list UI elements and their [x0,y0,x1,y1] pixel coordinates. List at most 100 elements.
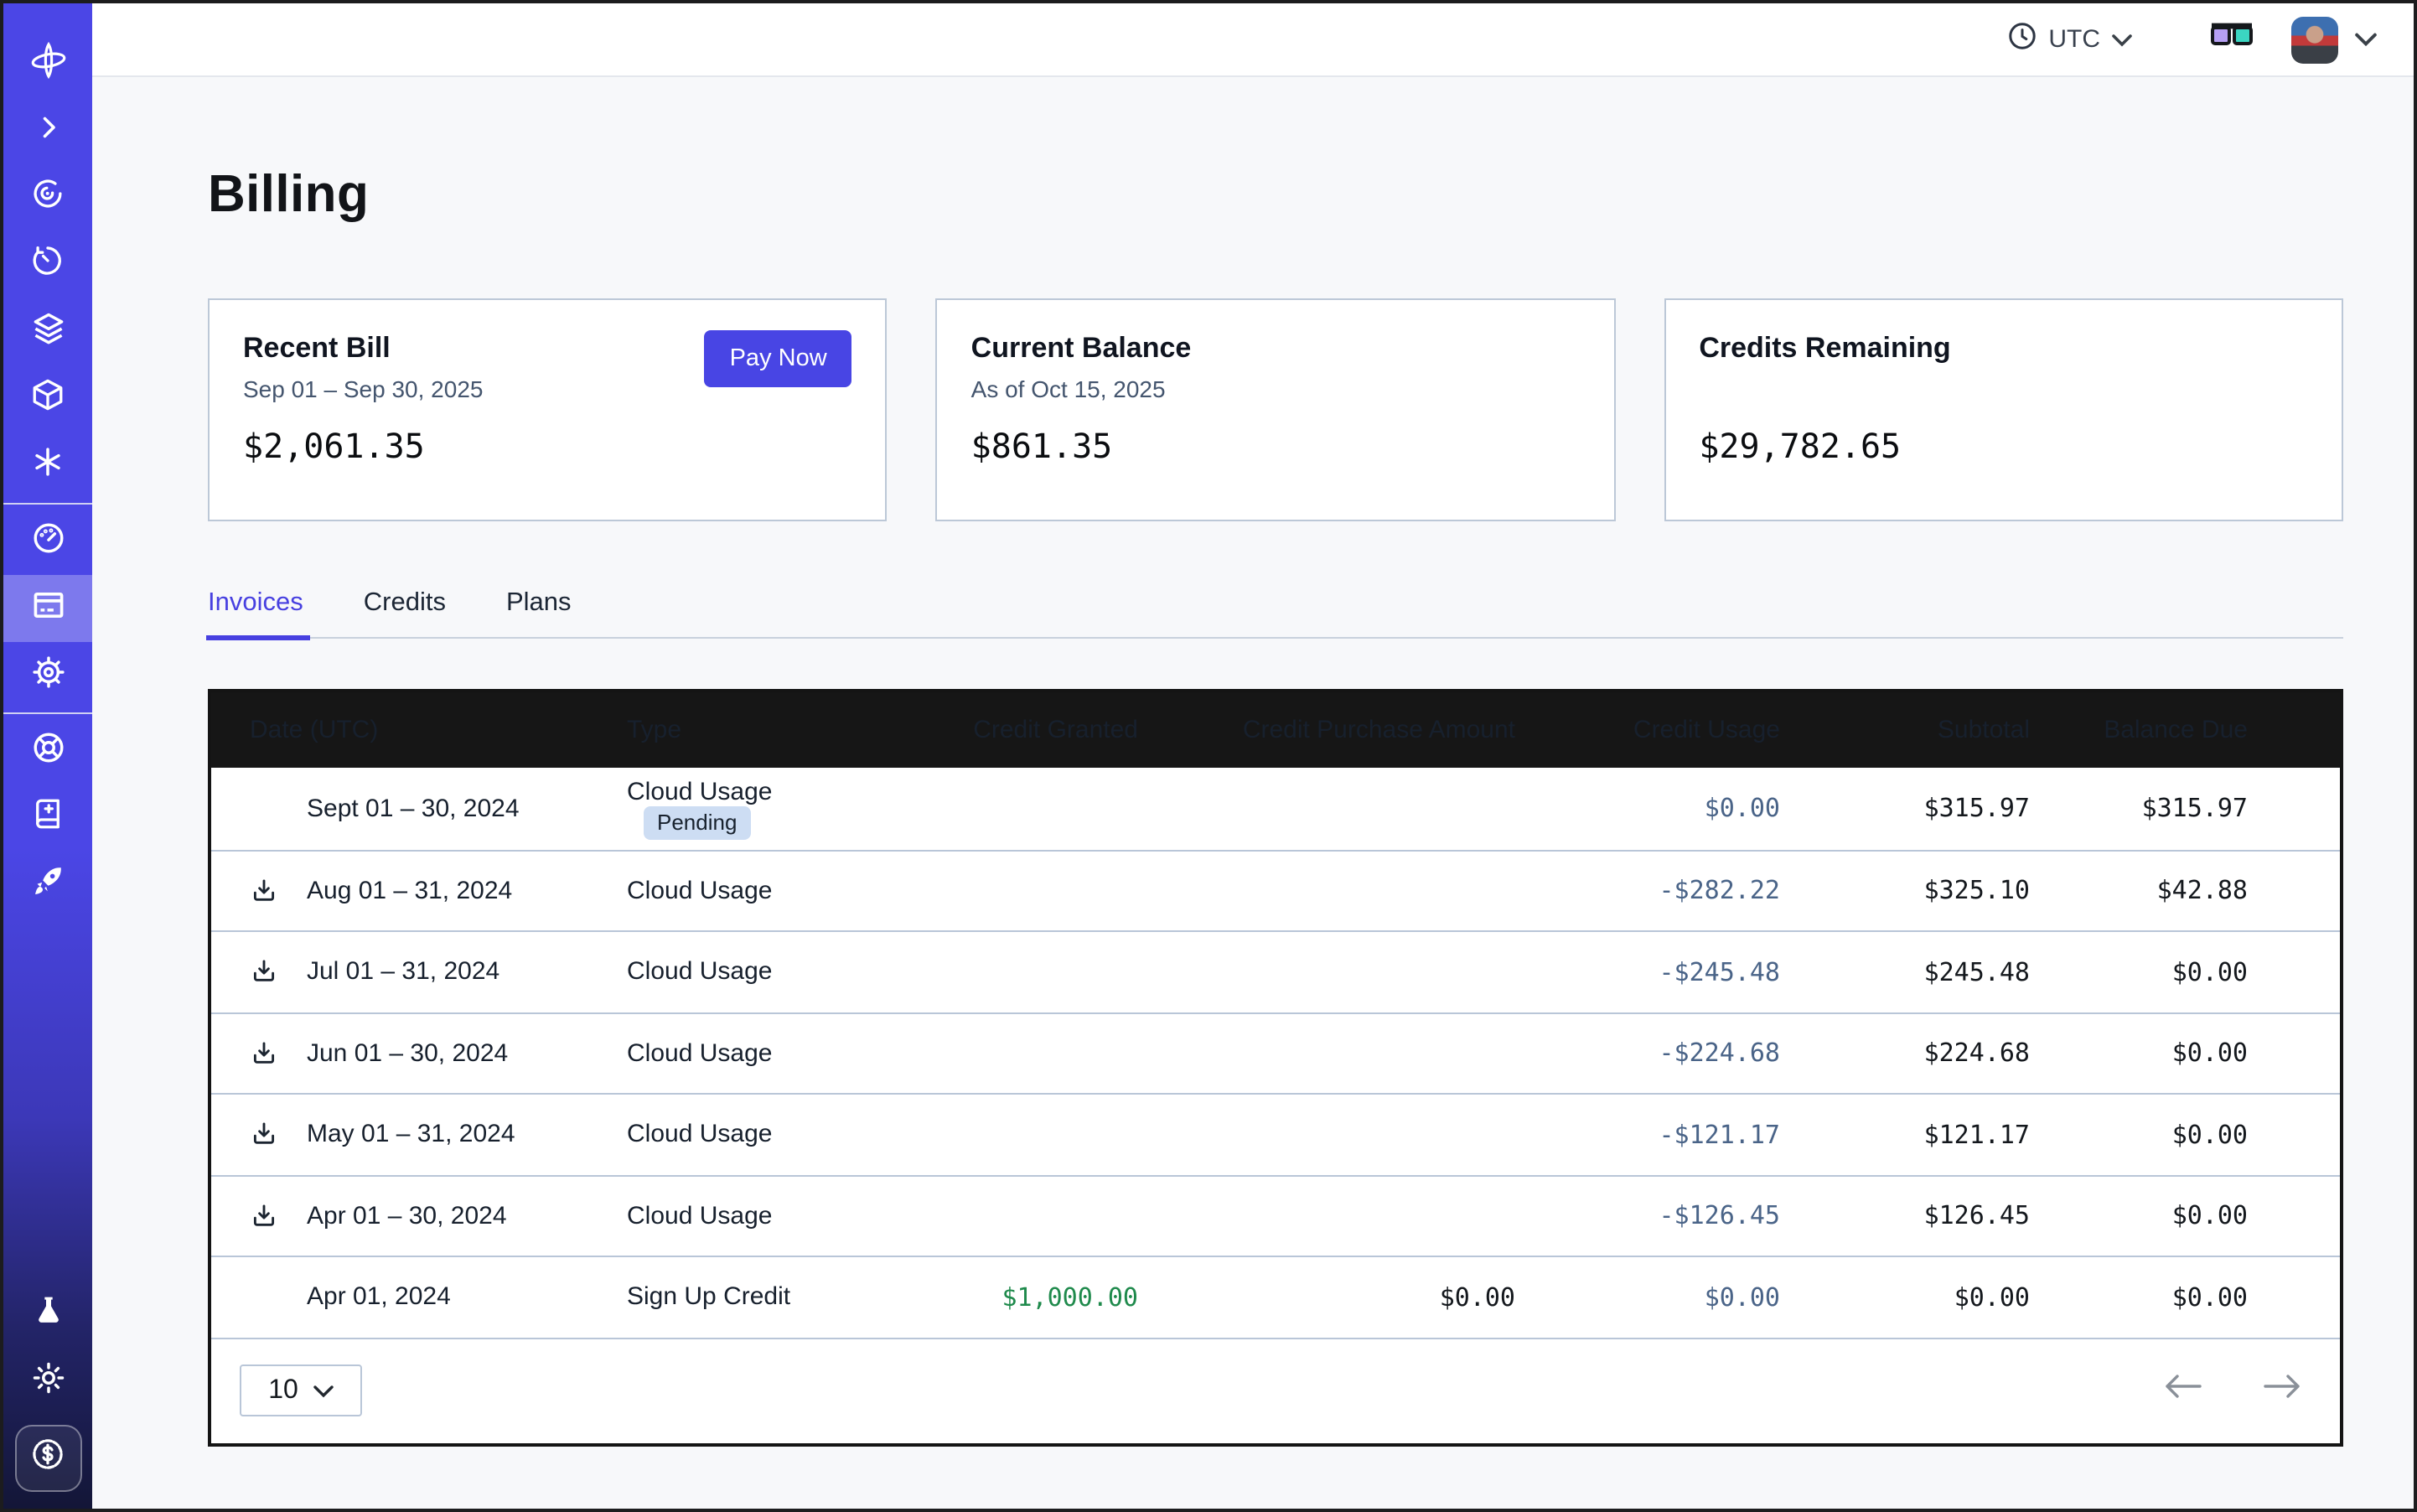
chevron-down-icon [2112,25,2132,54]
subtotal: $325.10 [1924,876,2030,906]
gear-icon [29,653,66,698]
current-balance-card: Current Balance As of Oct 15, 2025 $861.… [936,298,1616,521]
previous-page-button[interactable] [2164,1375,2202,1406]
card-subtitle [1699,375,2308,404]
sidebar-item-docs[interactable] [3,784,92,852]
rocket-icon [30,863,65,907]
dollar-badge-icon [28,1435,67,1482]
column-header: Credit Purchase Amount [1138,716,1515,744]
invoice-date: Apr 01 – 30, 2024 [307,1202,507,1230]
subtotal: $224.68 [1924,1038,2030,1069]
card-title: Current Balance [971,332,1581,365]
asterisk-icon [30,444,65,488]
tab-invoices[interactable]: Invoices [208,588,303,637]
sidebar-item-usage[interactable] [3,508,92,575]
main-content: Billing Recent Bill Sep 01 – Sep 30, 202… [92,77,2414,1509]
table-row: May 01 – 31, 2024 Cloud Usage -$121.17 $… [211,1093,2340,1174]
sidebar-item-getting-started[interactable] [3,852,92,919]
sidebar-item-billing[interactable] [3,575,92,642]
topbar: UTC [92,3,2414,77]
invoice-date: Jul 01 – 31, 2024 [307,958,499,986]
sidebar-item-history[interactable] [3,231,92,298]
page-size-select[interactable]: 10 [240,1364,362,1416]
column-header: Credit Granted [878,716,1138,744]
credit-purchase: $0.00 [1440,1282,1515,1313]
user-avatar[interactable] [2291,16,2338,63]
page-size-value: 10 [268,1375,298,1406]
card-title: Credits Remaining [1699,332,2308,365]
lifebuoy-icon [29,728,66,774]
invoice-date: Sept 01 – 30, 2024 [307,795,520,823]
invoice-type: Cloud Usage [627,1202,772,1230]
recent-bill-amount: $2,061.35 [243,426,852,466]
column-header: Balance Due [2030,716,2340,744]
billing-card-icon [29,586,66,631]
flask-icon [31,1293,65,1335]
download-invoice-button[interactable] [250,1121,307,1149]
balance-due: $42.88 [2157,876,2248,906]
3d-glasses-icon[interactable] [2209,22,2254,57]
balance-due: $0.00 [2172,1120,2248,1150]
sidebar-item-functions[interactable] [3,432,92,500]
credits-button[interactable] [14,1425,81,1492]
invoice-date: Apr 01, 2024 [307,1283,451,1312]
download-invoice-button[interactable] [250,958,307,986]
table-row: Apr 01, 2024 Sign Up Credit $1,000.00 $0… [211,1256,2340,1337]
credits-remaining-card: Credits Remaining $29,782.65 [1664,298,2343,521]
sidebar-item-settings[interactable] [3,642,92,709]
gauge-icon [29,519,66,564]
credit-usage: -$282.22 [1659,876,1781,906]
invoice-date: May 01 – 31, 2024 [307,1121,515,1149]
download-invoice-button[interactable] [250,1039,307,1068]
card-subtitle: As of Oct 15, 2025 [971,375,1581,404]
credit-usage: $0.00 [1705,1282,1780,1313]
chevron-down-icon[interactable] [2355,24,2377,54]
invoice-type: Sign Up Credit [627,1283,790,1312]
timezone-label: UTC [2048,25,2100,54]
next-page-button[interactable] [2263,1375,2301,1406]
tab-credits[interactable]: Credits [364,588,446,637]
chevron-right-icon [33,111,63,150]
balance-due: $315.97 [2142,794,2248,824]
sidebar-divider [3,712,92,714]
credit-usage: $0.00 [1705,794,1780,824]
sidebar-expand-button[interactable] [3,97,92,164]
table-row: Jul 01 – 31, 2024 Cloud Usage -$245.48 $… [211,930,2340,1012]
credit-usage: -$121.17 [1659,1120,1781,1150]
subtotal: $0.00 [1954,1282,2030,1313]
theme-toggle[interactable] [29,1348,66,1415]
credit-usage: -$126.45 [1659,1201,1781,1231]
sidebar-item-observe[interactable] [3,164,92,231]
pay-now-button[interactable]: Pay Now [705,330,852,387]
credit-usage: -$224.68 [1659,1038,1781,1069]
timezone-selector[interactable]: UTC [2008,22,2132,57]
subtotal: $126.45 [1924,1201,2030,1231]
sidebar-item-labs[interactable] [31,1281,65,1348]
table-row: Sept 01 – 30, 2024 Cloud UsagePending $0… [211,768,2340,849]
sidebar-item-support[interactable] [3,717,92,784]
tab-plans[interactable]: Plans [506,588,572,637]
balance-due: $0.00 [2172,1038,2248,1069]
table-header: Date (UTC) Type Credit Granted Credit Pu… [211,692,2340,768]
column-header: Type [627,716,878,744]
balance-due: $0.00 [2172,957,2248,987]
app-window: UTC Billing [0,0,2417,1512]
sidebar-item-layers[interactable] [3,298,92,365]
clock-icon [2008,22,2037,57]
table-footer: 10 [211,1337,2340,1442]
history-icon [30,243,65,287]
subtotal: $121.17 [1924,1120,2030,1150]
column-header: Credit Usage [1515,716,1780,744]
layers-icon [29,309,66,355]
download-invoice-button[interactable] [250,1202,307,1230]
column-header: Date (UTC) [211,716,627,744]
invoices-table: Date (UTC) Type Credit Granted Credit Pu… [208,689,2343,1446]
chevron-down-icon [313,1375,334,1406]
balance-due: $0.00 [2172,1201,2248,1231]
download-invoice-button[interactable] [250,877,307,905]
subtotal: $245.48 [1924,957,2030,987]
sidebar [3,3,92,1509]
iris-icon [30,176,65,220]
sidebar-item-cube[interactable] [3,365,92,432]
credit-usage: -$245.48 [1659,957,1781,987]
